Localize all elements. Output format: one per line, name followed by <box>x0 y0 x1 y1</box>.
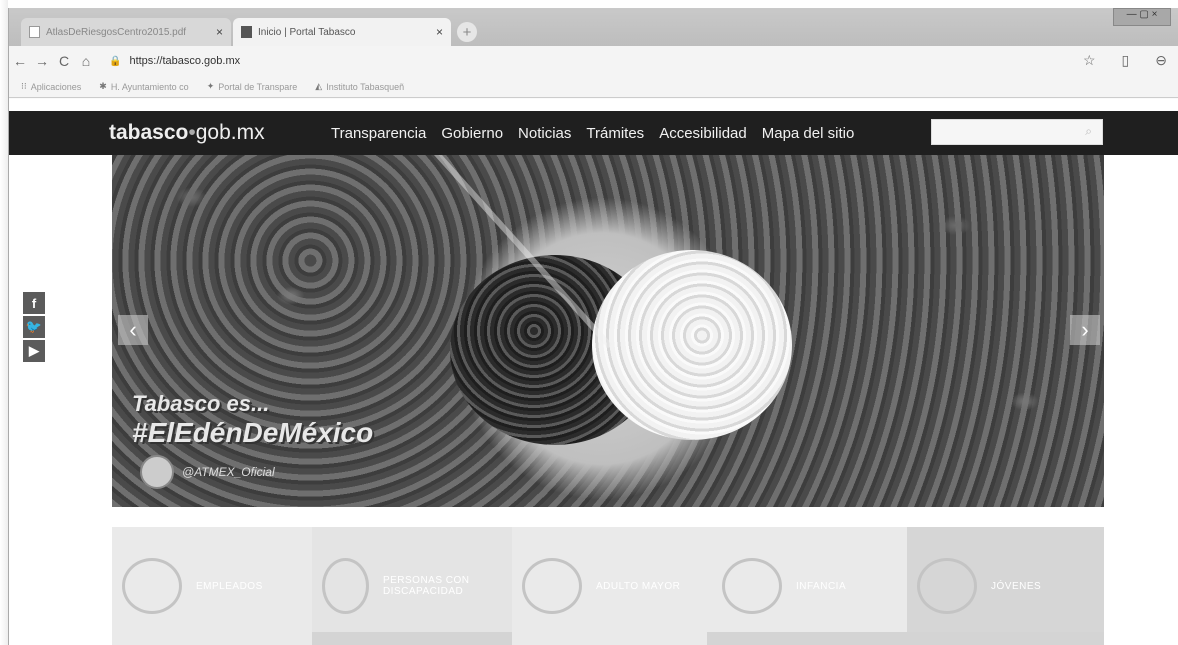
hero-slogan-line1: Tabasco es... <box>132 391 270 416</box>
category-adulto-mayor[interactable]: ADULTO MAYOR <box>512 527 712 645</box>
category-label: INFANCIA <box>796 580 847 592</box>
carousel-prev-button[interactable]: ‹ <box>118 315 148 345</box>
glasses-icon <box>522 558 582 614</box>
twitter-icon[interactable]: 🐦 <box>23 316 45 338</box>
menu-accesibilidad[interactable]: Accesibilidad <box>659 125 747 142</box>
scan-edge <box>0 0 8 645</box>
logo-domain: gob.mx <box>195 121 265 144</box>
menu-transparencia[interactable]: Transparencia <box>331 125 426 142</box>
browser-window: AtlasDeRiesgosCentro2015.pdf × Inicio | … <box>8 8 1178 645</box>
reload-button[interactable]: C <box>53 53 75 69</box>
bookmark-label: H. Ayuntamiento co <box>110 81 189 92</box>
bookmark-ayuntamiento[interactable]: ✱ H. Ayuntamiento co <box>99 81 188 92</box>
category-empleados[interactable]: EMPLEADOS <box>112 527 312 645</box>
bookmark-instituto[interactable]: ◭ Instituto Tabasqueñ <box>315 81 404 92</box>
logo-dot: • <box>188 121 196 144</box>
forward-button[interactable]: → <box>31 53 53 69</box>
wheelchair-icon <box>322 558 369 614</box>
category-jovenes[interactable]: JÓVENES <box>907 527 1104 645</box>
web-page: tabasco•gob.mx Transparencia Gobierno No… <box>9 99 1178 645</box>
employees-icon <box>122 558 182 614</box>
site-header: tabasco•gob.mx Transparencia Gobierno No… <box>9 111 1178 155</box>
hero-handle: @ATMEX_Oficial <box>140 455 275 489</box>
tab-pdf[interactable]: AtlasDeRiesgosCentro2015.pdf × <box>21 18 231 46</box>
profile-icon[interactable]: ⊖ <box>1155 52 1167 69</box>
drum-icon <box>722 558 782 614</box>
avatar <box>140 455 174 489</box>
bookmark-icon: ◭ <box>315 81 323 91</box>
url-text: https://tabasco.gob.mx <box>129 55 241 67</box>
menu-tramites[interactable]: Trámites <box>586 125 644 142</box>
menu-noticias[interactable]: Noticias <box>518 125 571 142</box>
menu-gobierno[interactable]: Gobierno <box>441 125 503 142</box>
category-underline <box>707 632 1104 645</box>
tab-label: Inicio | Portal Tabasco <box>258 26 356 38</box>
bookmark-star-icon[interactable]: ☆ <box>1083 52 1096 69</box>
menu-mapa[interactable]: Mapa del sitio <box>762 125 855 142</box>
tab-portal[interactable]: Inicio | Portal Tabasco × <box>233 18 451 46</box>
bookmark-icon: ✦ <box>206 81 215 91</box>
handle-text: @ATMEX_Oficial <box>182 465 275 479</box>
close-tab-button[interactable]: × <box>436 25 443 39</box>
tab-strip: AtlasDeRiesgosCentro2015.pdf × Inicio | … <box>9 8 1178 46</box>
home-button[interactable]: ⌂ <box>75 53 97 69</box>
category-label: EMPLEADOS <box>196 580 263 592</box>
lock-icon: 🔒 <box>109 55 122 67</box>
category-underline <box>312 632 512 645</box>
hero-slogan-hashtag: #ElEdénDeMéxico <box>132 417 374 448</box>
logo-bold: tabasco <box>109 121 189 144</box>
bookmark-transparencia[interactable]: ✦ Portal de Transpare <box>207 81 298 92</box>
hero-image-corn <box>592 250 792 440</box>
category-infancia[interactable]: INFANCIA <box>712 527 907 645</box>
youtube-icon[interactable]: ▶ <box>23 340 45 362</box>
tab-label: AtlasDeRiesgosCentro2015.pdf <box>46 26 187 38</box>
window-controls[interactable]: — ▢ × <box>1113 8 1171 26</box>
bookmark-icon: ✱ <box>99 81 107 91</box>
url-field[interactable]: 🔒 https://tabasco.gob.mx <box>109 55 240 67</box>
document-icon <box>29 26 40 38</box>
carousel-next-button[interactable]: › <box>1070 315 1100 345</box>
headphones-icon <box>917 558 977 614</box>
facebook-icon[interactable]: f <box>23 292 45 314</box>
extension-icon[interactable]: ▯ <box>1122 52 1130 69</box>
category-label: JÓVENES <box>991 580 1042 592</box>
category-label: ADULTO MAYOR <box>596 580 681 592</box>
address-bar: ← → C ⌂ 🔒 https://tabasco.gob.mx ☆ ▯ ⊖ <box>9 46 1178 76</box>
site-logo[interactable]: tabasco•gob.mx <box>109 121 265 145</box>
close-tab-button[interactable]: × <box>216 25 223 39</box>
bookmark-label: Instituto Tabasqueñ <box>326 81 405 92</box>
bookmarks-bar: ⁝⁝ Aplicaciones ✱ H. Ayuntamiento co ✦ Port… <box>9 76 1178 98</box>
category-label: PERSONAS CON DISCAPACIDAD <box>382 575 470 597</box>
category-discapacidad[interactable]: PERSONAS CON DISCAPACIDAD <box>312 527 512 645</box>
search-icon[interactable]: ⌕ <box>1085 124 1092 139</box>
search-input[interactable]: ⌕ <box>931 119 1103 145</box>
back-button[interactable]: ← <box>9 53 31 69</box>
bookmark-label: Aplicaciones <box>30 81 82 92</box>
bookmark-apps[interactable]: ⁝⁝ Aplicaciones <box>21 81 81 92</box>
new-tab-button[interactable]: + <box>457 22 477 42</box>
main-menu: Transparencia Gobierno Noticias Trámites… <box>331 125 869 142</box>
category-strip: EMPLEADOS PERSONAS CON DISCAPACIDAD ADUL… <box>112 527 1104 645</box>
bookmark-label: Portal de Transpare <box>218 81 298 92</box>
social-links: f 🐦 ▶ <box>23 292 45 364</box>
apps-icon: ⁝⁝ <box>21 81 27 91</box>
site-favicon-icon <box>241 26 252 38</box>
hero-carousel: ‹ › Tabasco es... #ElEdénDeMéxico @ATMEX… <box>112 155 1104 507</box>
